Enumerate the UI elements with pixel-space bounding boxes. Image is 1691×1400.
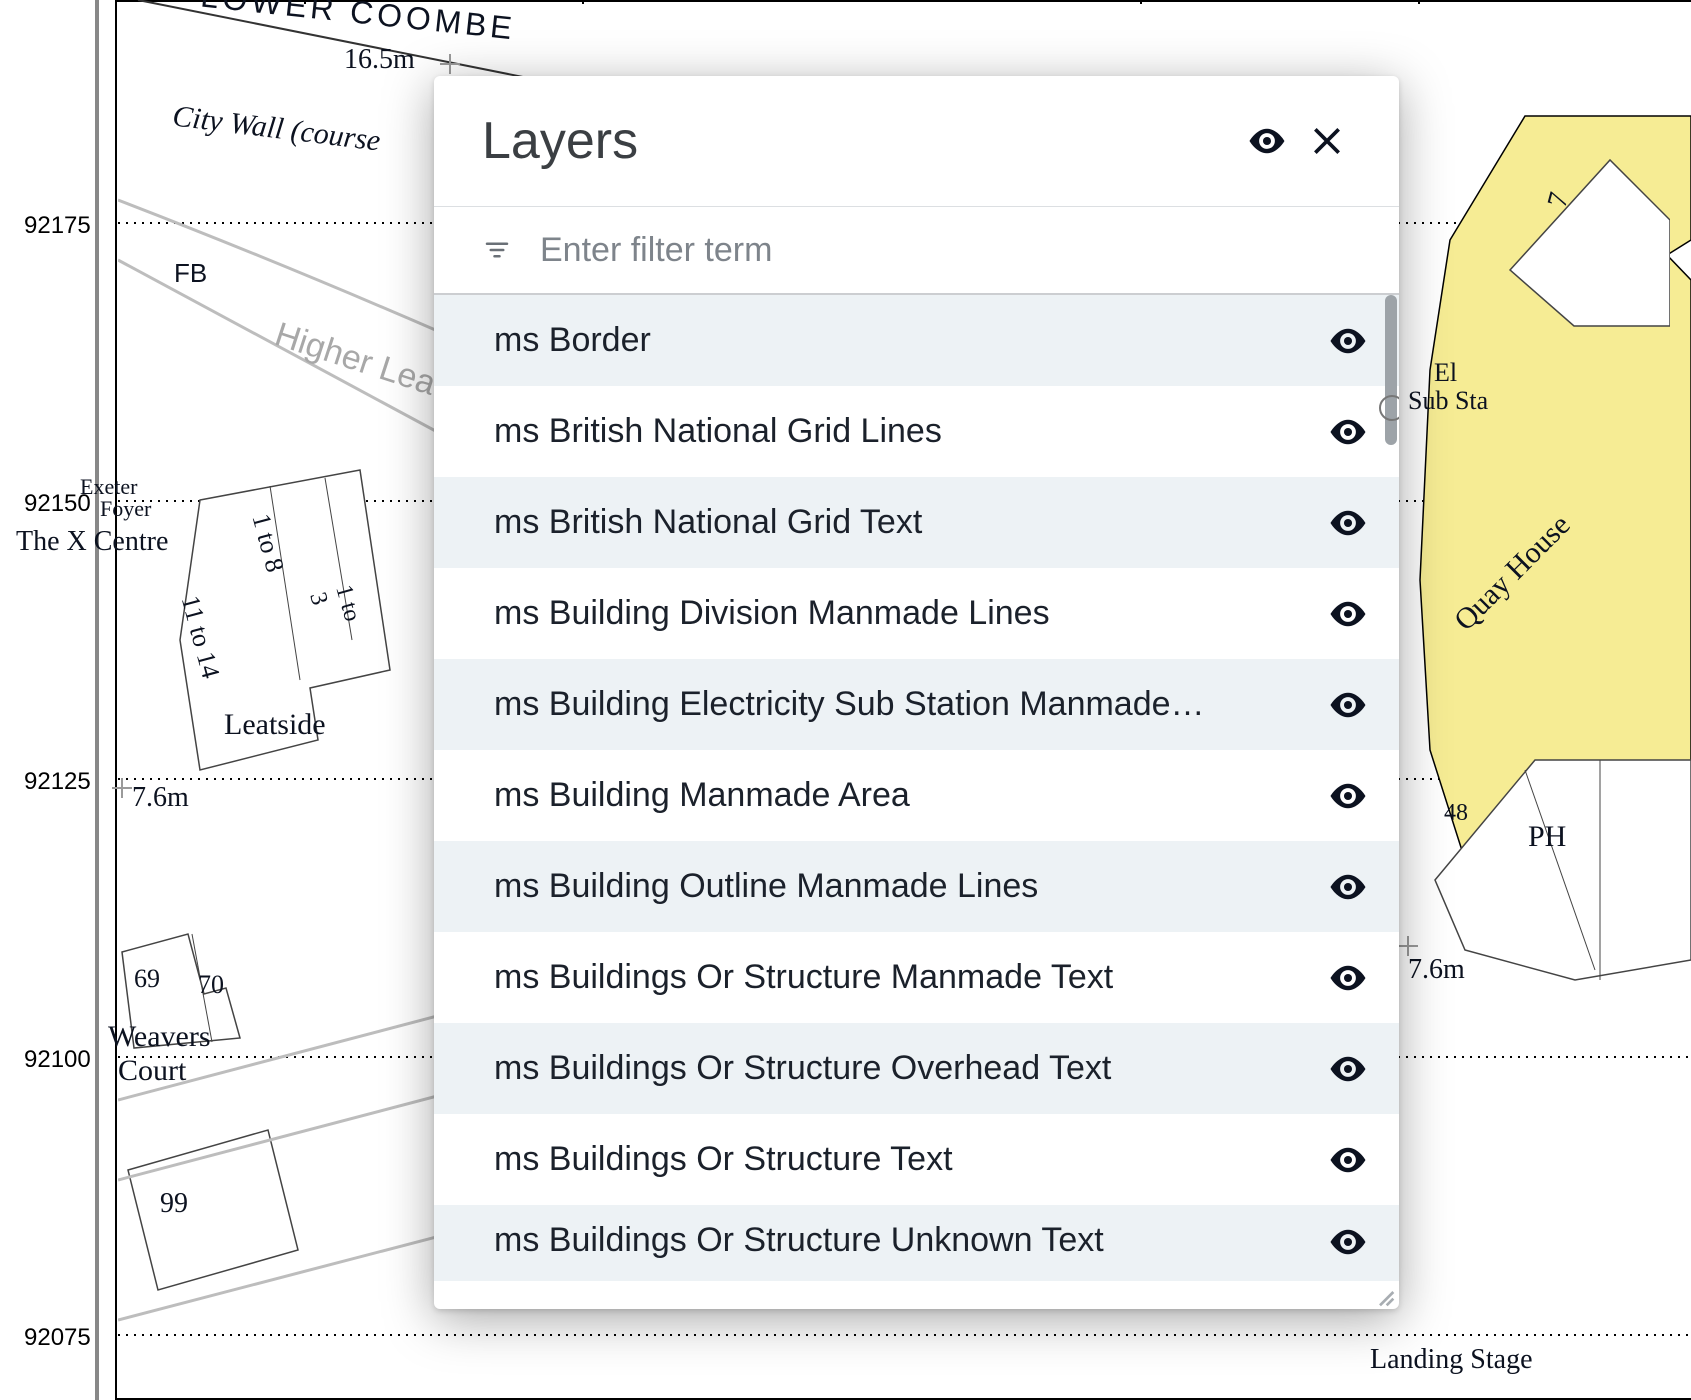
map-label: Weavers	[108, 1020, 211, 1054]
layer-row[interactable]: ms Building Outline Manmade Lines	[434, 841, 1399, 932]
axis-label: 92075	[24, 1324, 91, 1352]
layer-name: ms Building Electricity Sub Station Manm…	[494, 685, 1327, 724]
layer-row[interactable]: ms Building Manmade Area	[434, 750, 1399, 841]
map-label: Landing Stage	[1370, 1344, 1533, 1376]
layer-name: ms Buildings Or Structure Manmade Text	[494, 958, 1327, 997]
map-inner-border	[95, 0, 99, 1400]
visibility-toggle[interactable]	[1327, 320, 1369, 362]
eye-icon	[1246, 120, 1288, 162]
visibility-toggle[interactable]	[1327, 957, 1369, 999]
map-label: 99	[160, 1188, 188, 1220]
map-label-elevation: 16.5m	[344, 44, 415, 76]
map-label: 70	[198, 970, 224, 1000]
map-label: FB	[174, 258, 207, 289]
map-gridline	[1140, 2, 1142, 4]
layer-name: ms British National Grid Lines	[494, 412, 1327, 451]
layer-name: ms Building Division Manmade Lines	[494, 594, 1327, 633]
map-buildings	[1405, 730, 1691, 990]
layer-row[interactable]: ms Building Division Manmade Lines	[434, 568, 1399, 659]
layer-name: ms Building Manmade Area	[494, 776, 1327, 815]
layer-row[interactable]: ms Border	[434, 295, 1399, 386]
axis-label: 92100	[24, 1046, 91, 1074]
layer-row[interactable]: ms Building Electricity Sub Station Manm…	[434, 659, 1399, 750]
map-label-elevation: 7.6m	[132, 782, 189, 814]
map-label: Leatside	[224, 708, 326, 742]
layer-name: ms Buildings Or Structure Overhead Text	[494, 1049, 1327, 1088]
map-label-elevation: 7.6m	[1408, 954, 1465, 986]
map-label: PH	[1528, 820, 1566, 854]
filter-input[interactable]	[538, 230, 1351, 271]
panel-header: Layers	[434, 76, 1399, 207]
layer-name: ms British National Grid Text	[494, 503, 1327, 542]
layers-panel: Layers ms Border ms British National Gri…	[434, 76, 1399, 1309]
filter-bar	[434, 207, 1399, 295]
map-label: Sub Sta	[1408, 386, 1488, 416]
panel-title: Layers	[482, 111, 1237, 171]
close-icon	[1307, 121, 1347, 161]
filter-icon	[482, 235, 512, 265]
layer-name: ms Buildings Or Structure Unknown Text	[494, 1221, 1327, 1260]
map-spot-mark	[112, 778, 132, 798]
visibility-toggle[interactable]	[1327, 684, 1369, 726]
visibility-toggle[interactable]	[1327, 866, 1369, 908]
layer-row[interactable]: ms Buildings Or Structure Unknown Text	[434, 1205, 1399, 1281]
map-buildings	[118, 1100, 348, 1330]
map-gridline	[118, 1334, 1691, 1336]
visibility-toggle[interactable]	[1327, 593, 1369, 635]
visibility-toggle[interactable]	[1327, 502, 1369, 544]
map-label: 48	[1444, 800, 1468, 827]
visibility-toggle[interactable]	[1327, 775, 1369, 817]
layers-list[interactable]: ms Border ms British National Grid Lines…	[434, 295, 1399, 1309]
layer-name: ms Border	[494, 321, 1327, 360]
map-label: The X Centre	[16, 526, 168, 558]
map-label: 69	[134, 964, 160, 994]
layer-row[interactable]: ms Buildings Or Structure Text	[434, 1114, 1399, 1205]
map-spot-mark	[1398, 936, 1418, 956]
map-label: Foyer	[100, 496, 151, 522]
visibility-toggle[interactable]	[1327, 1221, 1369, 1263]
map-spot-mark	[440, 54, 460, 74]
mouse-cursor	[1379, 395, 1399, 421]
layer-row[interactable]: ms British National Grid Lines	[434, 386, 1399, 477]
layer-row[interactable]: ms Buildings Or Structure Manmade Text	[434, 932, 1399, 1023]
layer-name: ms Building Outline Manmade Lines	[494, 867, 1327, 906]
visibility-toggle[interactable]	[1327, 1048, 1369, 1090]
layer-name: ms Buildings Or Structure Text	[494, 1140, 1327, 1179]
layer-row[interactable]: ms British National Grid Text	[434, 477, 1399, 568]
toggle-all-visibility-button[interactable]	[1237, 111, 1297, 171]
visibility-toggle[interactable]	[1327, 1139, 1369, 1181]
axis-label: 92125	[24, 768, 91, 796]
scrollbar-thumb[interactable]	[1385, 295, 1397, 445]
resize-handle[interactable]	[1369, 1281, 1395, 1307]
axis-label: 92175	[24, 212, 91, 240]
map-label: El	[1434, 358, 1457, 388]
map-gridline	[582, 2, 584, 4]
close-button[interactable]	[1297, 111, 1357, 171]
map-label: Court	[118, 1054, 186, 1088]
map-buildings	[1470, 130, 1670, 360]
visibility-toggle[interactable]	[1327, 411, 1369, 453]
resize-icon	[1375, 1287, 1395, 1307]
map-gridline	[1418, 2, 1420, 4]
layer-row[interactable]: ms Buildings Or Structure Overhead Text	[434, 1023, 1399, 1114]
